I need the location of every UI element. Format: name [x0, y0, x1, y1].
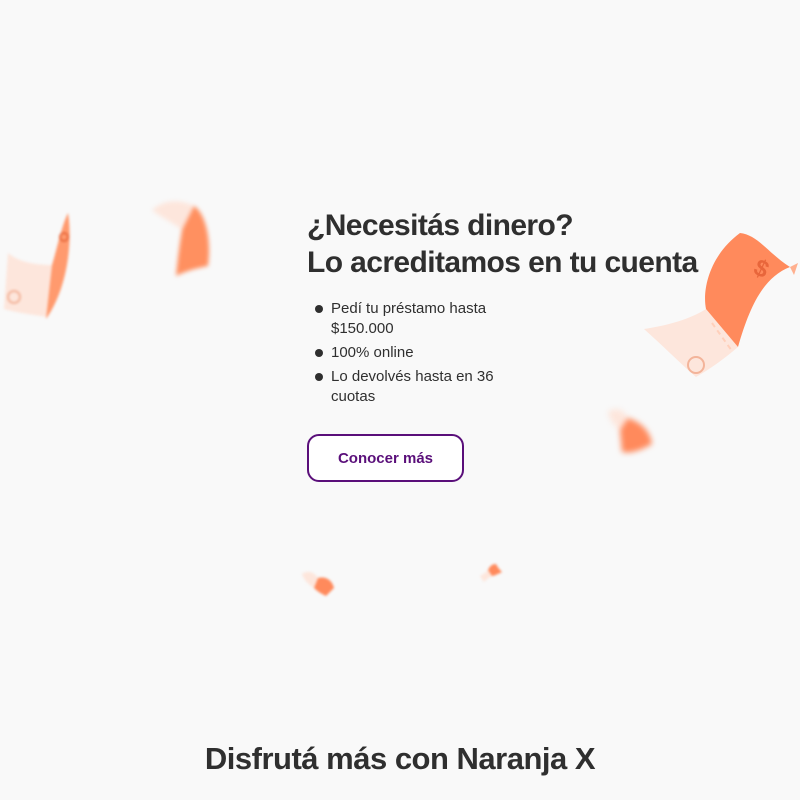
benefit-text: 100% online — [331, 344, 414, 361]
benefit-text: Lo devolvés hasta en 36 cuotas — [331, 368, 494, 405]
money-bill-bottom-left-icon — [302, 571, 334, 596]
benefit-list: Pedí tu préstamo hasta $150.000 100% onl… — [315, 299, 515, 407]
promo-page: $ ¿Necesitás dinero? Lo acreditamos en t… — [0, 0, 800, 800]
learn-more-button[interactable]: Conocer más — [307, 434, 464, 482]
money-bill-top-left-icon — [152, 201, 210, 276]
benefit-item: 100% online — [315, 343, 515, 363]
hero-title: ¿Necesitás dinero? Lo acreditamos en tu … — [307, 207, 747, 281]
bullet-icon — [315, 373, 323, 381]
money-bill-mid-right-icon — [608, 409, 652, 453]
bullet-icon — [315, 349, 323, 357]
bullet-icon — [315, 305, 323, 313]
money-bill-left-icon — [4, 213, 70, 319]
hero-title-line-1: ¿Necesitás dinero? — [307, 209, 574, 242]
benefit-text: Pedí tu préstamo hasta $150.000 — [331, 300, 487, 337]
benefit-item: Pedí tu préstamo hasta $150.000 — [315, 299, 515, 339]
loan-promo-block: ¿Necesitás dinero? Lo acreditamos en tu … — [307, 207, 747, 411]
section-heading: Disfrutá más con Naranja X — [204, 741, 596, 776]
hero-title-line-2: Lo acreditamos en tu cuenta — [307, 246, 698, 279]
money-bill-bottom-mid-icon — [480, 564, 502, 582]
benefit-item: Lo devolvés hasta en 36 cuotas — [315, 367, 515, 407]
